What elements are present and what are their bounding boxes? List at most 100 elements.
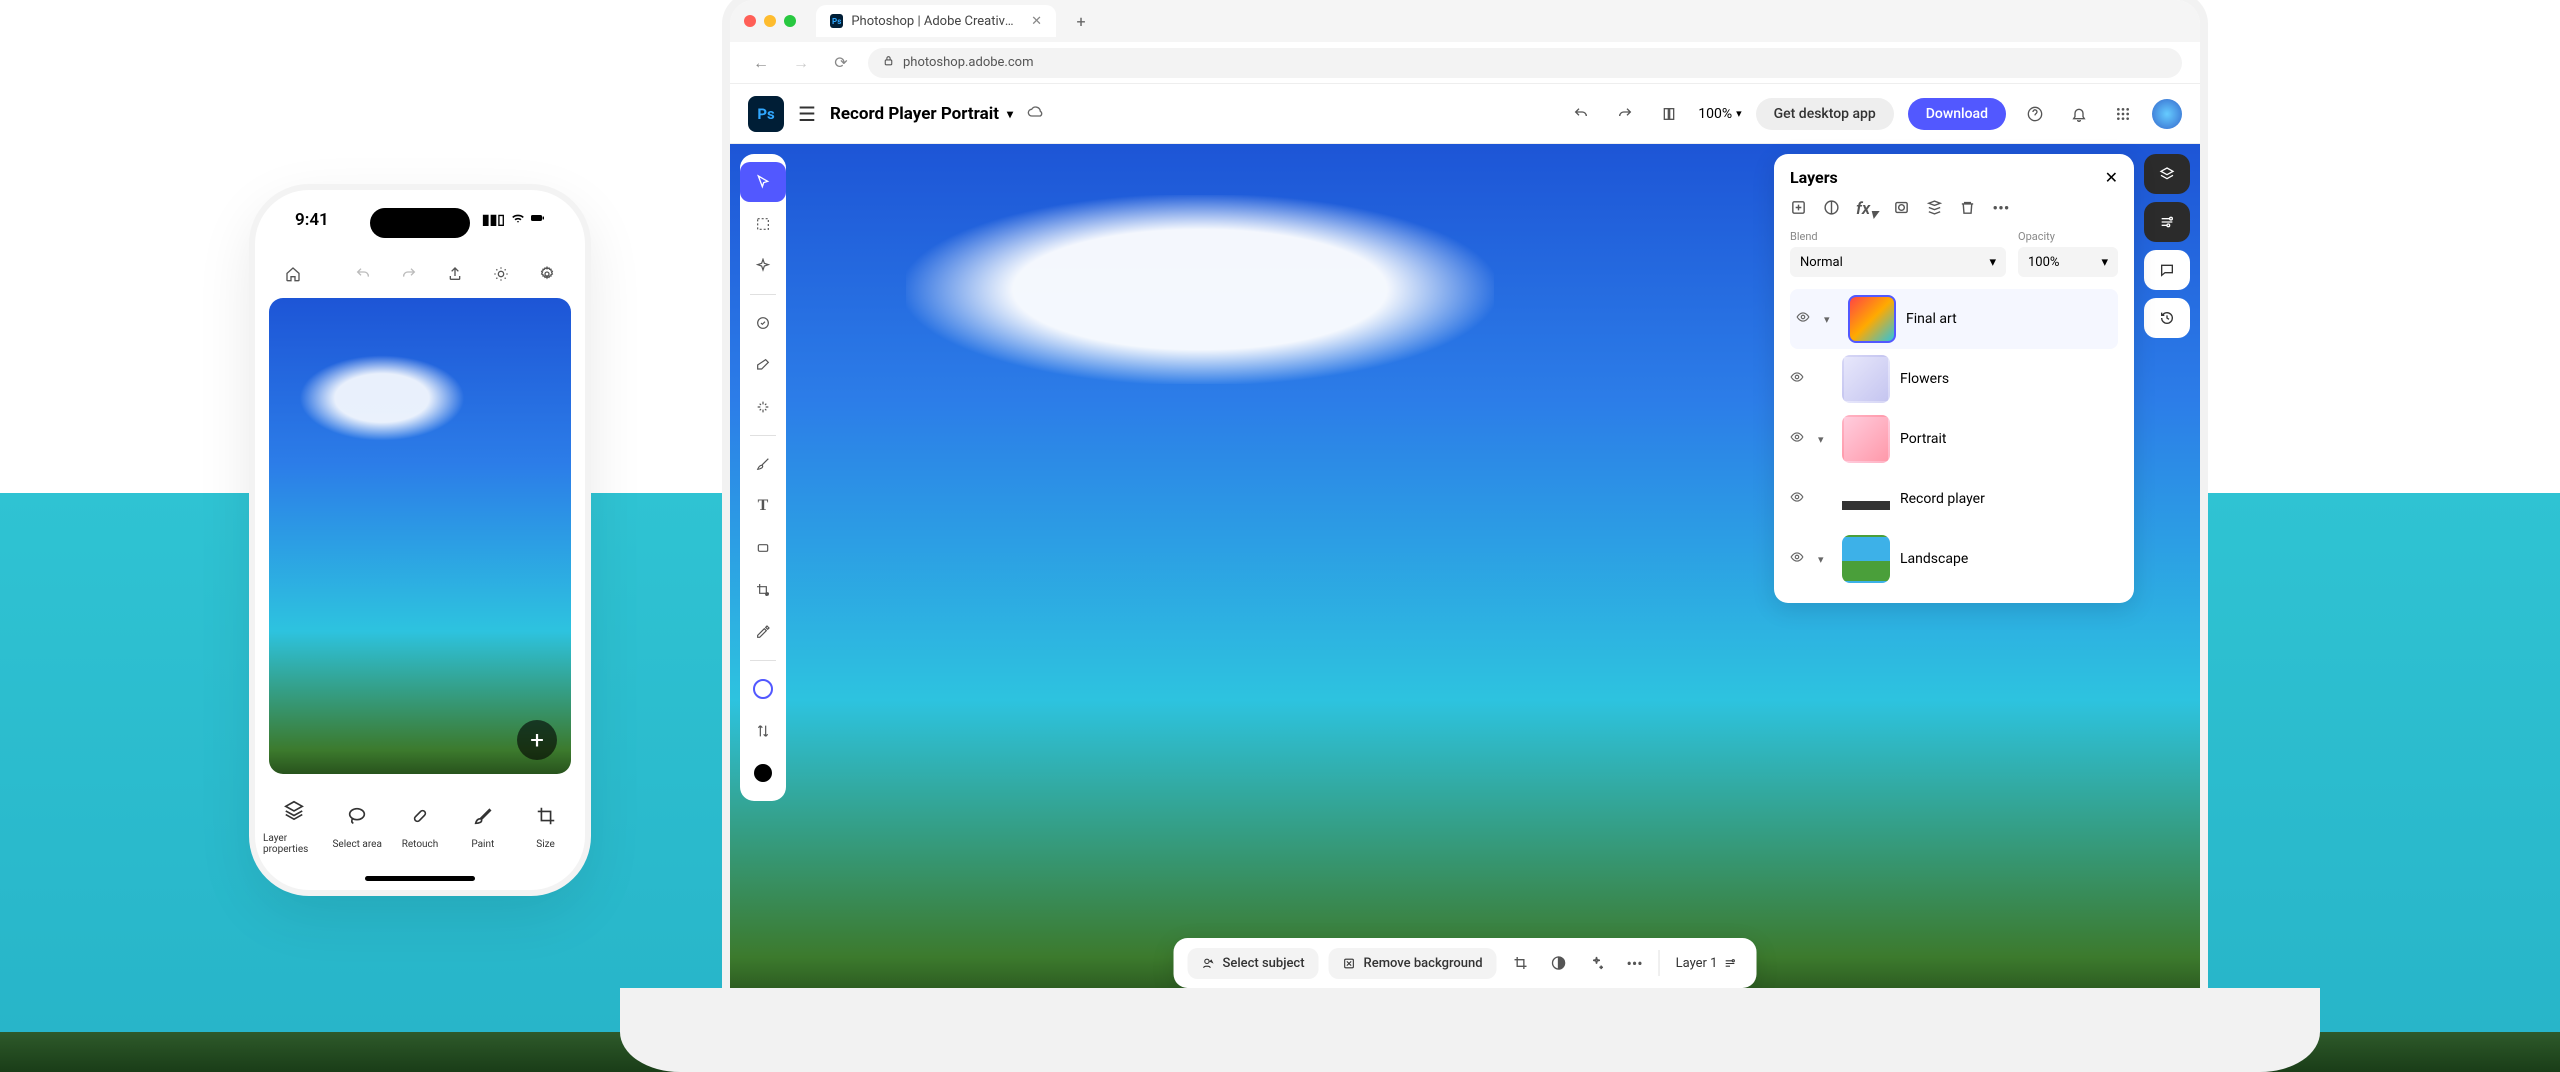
action-label: Select area	[332, 839, 381, 850]
layer-row-landscape[interactable]: ▾Landscape	[1790, 529, 2118, 589]
undo-icon[interactable]	[1566, 99, 1596, 129]
home-icon[interactable]	[279, 260, 307, 288]
apps-grid-icon[interactable]	[2108, 99, 2138, 129]
layer-row-record-player[interactable]: Record player	[1790, 469, 2118, 529]
tool-eyedropper[interactable]	[740, 612, 786, 652]
comments-icon[interactable]	[2144, 250, 2190, 290]
tool-crop[interactable]	[740, 570, 786, 610]
tool-move[interactable]	[740, 162, 786, 202]
browser-tab[interactable]: Ps Photoshop | Adobe Creative C ✕	[816, 5, 1056, 37]
tool-brush[interactable]	[740, 444, 786, 484]
action-label: Retouch	[402, 839, 439, 850]
user-avatar[interactable]	[2152, 99, 2182, 129]
fx-icon[interactable]: fx▾	[1856, 199, 1877, 222]
action-retouch[interactable]: Retouch	[389, 805, 452, 850]
back-icon[interactable]: ←	[748, 53, 774, 73]
forward-icon[interactable]: →	[788, 53, 814, 73]
new-tab-button[interactable]: +	[1068, 8, 1094, 34]
tool-swap-arrows[interactable]	[740, 711, 786, 751]
chevron-down-icon: ▾	[2101, 255, 2108, 270]
maximize-window-icon[interactable]	[784, 15, 796, 27]
add-layer-icon[interactable]	[1790, 199, 1807, 222]
undo-icon[interactable]	[349, 260, 377, 288]
share-icon[interactable]	[441, 260, 469, 288]
brightness-icon[interactable]	[487, 260, 515, 288]
mask-icon[interactable]	[1893, 199, 1910, 222]
app-toolbar: Ps ☰ Record Player Portrait ▾ 100% ▾	[730, 84, 2200, 144]
chevron-down-icon[interactable]: ▾	[1818, 553, 1832, 566]
notifications-icon[interactable]	[2064, 99, 2094, 129]
tool-text[interactable]: T	[740, 486, 786, 526]
minimize-window-icon[interactable]	[764, 15, 776, 27]
action-select-area[interactable]: Select area	[326, 805, 389, 850]
visibility-icon[interactable]	[1790, 430, 1808, 448]
layer-row-flowers[interactable]: Flowers	[1790, 349, 2118, 409]
context-layer-selector[interactable]: Layer 1	[1670, 956, 1743, 971]
remove-background-button[interactable]: Remove background	[1329, 948, 1497, 979]
visibility-icon[interactable]	[1796, 310, 1814, 328]
layers-panel: Layers ✕ fx▾ ••• Blend Normal ▾	[1774, 154, 2134, 603]
more-icon[interactable]: •••	[1621, 949, 1649, 977]
add-button[interactable]: +	[517, 720, 557, 760]
properties-toggle-icon[interactable]	[2144, 202, 2190, 242]
document-title[interactable]: Record Player Portrait ▾	[830, 104, 1013, 124]
more-icon[interactable]: •••	[1992, 199, 2009, 222]
reload-icon[interactable]: ⟳	[828, 53, 854, 72]
canvas[interactable]: T	[730, 144, 2200, 1000]
opacity-select[interactable]: 100% ▾	[2018, 247, 2118, 277]
get-desktop-button[interactable]: Get desktop app	[1756, 98, 1894, 130]
download-button[interactable]: Download	[1908, 98, 2006, 130]
adjustment-icon[interactable]	[1823, 199, 1840, 222]
tool-sparkle[interactable]	[740, 387, 786, 427]
url-field[interactable]: photoshop.adobe.com	[868, 48, 2182, 78]
window-controls[interactable]	[744, 15, 796, 27]
visibility-icon[interactable]	[1790, 370, 1808, 388]
tool-spot-heal[interactable]	[740, 303, 786, 343]
chevron-down-icon[interactable]: ▾	[1818, 433, 1832, 446]
sparkle-icon[interactable]	[1583, 949, 1611, 977]
phone-status-right: ▮▮▯	[482, 211, 545, 229]
tool-shape[interactable]	[740, 528, 786, 568]
help-icon[interactable]	[2020, 99, 2050, 129]
delete-icon[interactable]	[1959, 199, 1976, 222]
artboard-icon[interactable]	[1654, 99, 1684, 129]
close-window-icon[interactable]	[744, 15, 756, 27]
layer-row-final-art[interactable]: ▾Final art	[1790, 289, 2118, 349]
tool-eraser[interactable]	[740, 345, 786, 385]
phone-mockup: 9:41 ▮▮▯	[255, 190, 585, 890]
zoom-selector[interactable]: 100% ▾	[1698, 106, 1741, 122]
browser-tabbar: Ps Photoshop | Adobe Creative C ✕ +	[730, 0, 2200, 42]
tool-foreground-color[interactable]	[740, 669, 786, 709]
action-layer-properties[interactable]: Layer properties	[263, 799, 326, 855]
close-tab-icon[interactable]: ✕	[1031, 14, 1042, 29]
adjust-icon[interactable]	[1545, 949, 1573, 977]
layers-toggle-icon[interactable]	[2144, 154, 2190, 194]
group-icon[interactable]	[1926, 199, 1943, 222]
cloud-icon[interactable]	[1027, 104, 1043, 124]
visibility-icon[interactable]	[1790, 550, 1808, 568]
toolbar-divider	[750, 660, 776, 661]
layer-row-portrait[interactable]: ▾Portrait	[1790, 409, 2118, 469]
layers-action-row: fx▾ •••	[1790, 199, 2118, 222]
photoshop-logo-icon[interactable]: Ps	[748, 96, 784, 132]
chevron-down-icon: ▾	[1989, 255, 1996, 270]
chevron-down-icon[interactable]: ▾	[1824, 313, 1838, 326]
tool-generative[interactable]	[740, 246, 786, 286]
tab-title: Photoshop | Adobe Creative C	[851, 14, 1015, 29]
tool-background-color[interactable]	[740, 753, 786, 793]
blend-mode-select[interactable]: Normal ▾	[1790, 247, 2006, 277]
redo-icon[interactable]	[395, 260, 423, 288]
action-size[interactable]: Size	[514, 805, 577, 850]
tool-select[interactable]	[740, 204, 786, 244]
settings-icon[interactable]	[533, 260, 561, 288]
action-paint[interactable]: Paint	[451, 805, 514, 850]
redo-icon[interactable]	[1610, 99, 1640, 129]
menu-icon[interactable]: ☰	[798, 102, 816, 126]
layers-title: Layers	[1790, 168, 1838, 187]
crop-icon[interactable]	[1507, 949, 1535, 977]
close-panel-icon[interactable]: ✕	[2105, 168, 2118, 187]
history-icon[interactable]	[2144, 298, 2190, 338]
phone-canvas[interactable]	[269, 298, 571, 774]
select-subject-button[interactable]: Select subject	[1188, 948, 1319, 979]
visibility-icon[interactable]	[1790, 490, 1808, 508]
